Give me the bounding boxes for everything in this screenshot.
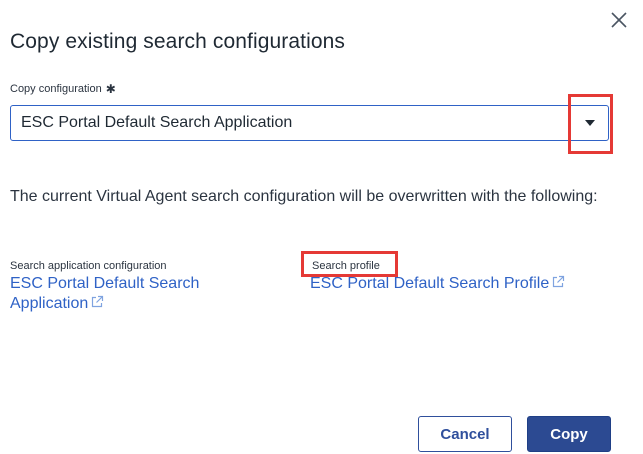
- search-profile-section: Search profile ESC Portal Default Search…: [310, 260, 630, 294]
- search-application-section: Search application configuration ESC Por…: [10, 260, 270, 314]
- chevron-down-icon[interactable]: [585, 120, 595, 126]
- search-profile-link-text: ESC Portal Default Search Profile: [310, 275, 550, 292]
- close-icon: [611, 12, 627, 28]
- dialog-title: Copy existing search configurations: [10, 30, 346, 53]
- search-application-label: Search application configuration: [10, 260, 167, 272]
- required-icon: ✱: [105, 82, 116, 96]
- search-application-link-text: ESC Portal Default Search Application: [10, 275, 200, 312]
- external-link-icon: [92, 295, 104, 308]
- overwrite-description: The current Virtual Agent search configu…: [10, 188, 598, 205]
- cancel-button[interactable]: Cancel: [418, 416, 512, 452]
- copy-configuration-label: Copy configuration ✱: [10, 83, 116, 95]
- search-profile-label: Search profile: [312, 260, 380, 272]
- search-profile-link[interactable]: ESC Portal Default Search Profile: [310, 275, 565, 292]
- copy-button[interactable]: Copy: [527, 416, 611, 452]
- copy-configuration-select[interactable]: ESC Portal Default Search Application: [10, 105, 609, 141]
- copy-configuration-selected-value: ESC Portal Default Search Application: [21, 114, 293, 131]
- copy-configuration-label-text: Copy configuration: [10, 83, 102, 95]
- copy-search-config-dialog: Copy existing search configurations Copy…: [0, 0, 643, 454]
- search-application-link[interactable]: ESC Portal Default Search Application: [10, 275, 199, 312]
- external-link-icon: [553, 275, 565, 288]
- close-button[interactable]: [605, 6, 633, 34]
